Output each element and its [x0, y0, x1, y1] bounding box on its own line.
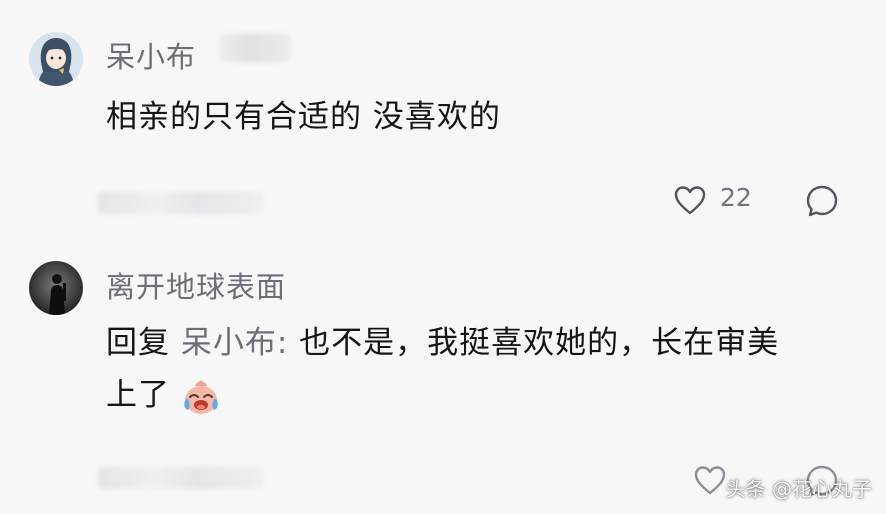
- avatar[interactable]: [29, 261, 83, 315]
- like-count: 22: [720, 183, 752, 212]
- reply-colon: :: [276, 325, 289, 361]
- reply-to-username[interactable]: 呆小布: [181, 325, 277, 361]
- comment-text-continued: 上了: [106, 370, 221, 420]
- comment-bubble-icon[interactable]: [804, 183, 840, 219]
- comment-actions: 22: [0, 182, 886, 222]
- watermark: 头条 @花心丸子: [725, 477, 872, 501]
- heart-icon[interactable]: [692, 462, 728, 498]
- comment-text: 相亲的只有合适的 没喜欢的: [106, 99, 501, 135]
- reply-text-line2: 上了: [106, 377, 170, 413]
- user-avatar-image: [29, 261, 83, 315]
- user-avatar-image: [29, 32, 83, 86]
- comment-text: 回复 呆小布: 也不是，我挺喜欢她的，长在审美: [106, 318, 779, 368]
- blurred-badge: [219, 34, 291, 62]
- avatar[interactable]: [29, 32, 83, 86]
- heart-icon[interactable]: [672, 182, 708, 218]
- reply-prefix: 回复: [106, 325, 170, 361]
- username[interactable]: 离开地球表面: [106, 264, 286, 306]
- username[interactable]: 呆小布: [106, 34, 196, 76]
- crying-laughing-emoji: [184, 380, 218, 414]
- reply-text-line1: 也不是，我挺喜欢她的，长在审美: [299, 325, 780, 361]
